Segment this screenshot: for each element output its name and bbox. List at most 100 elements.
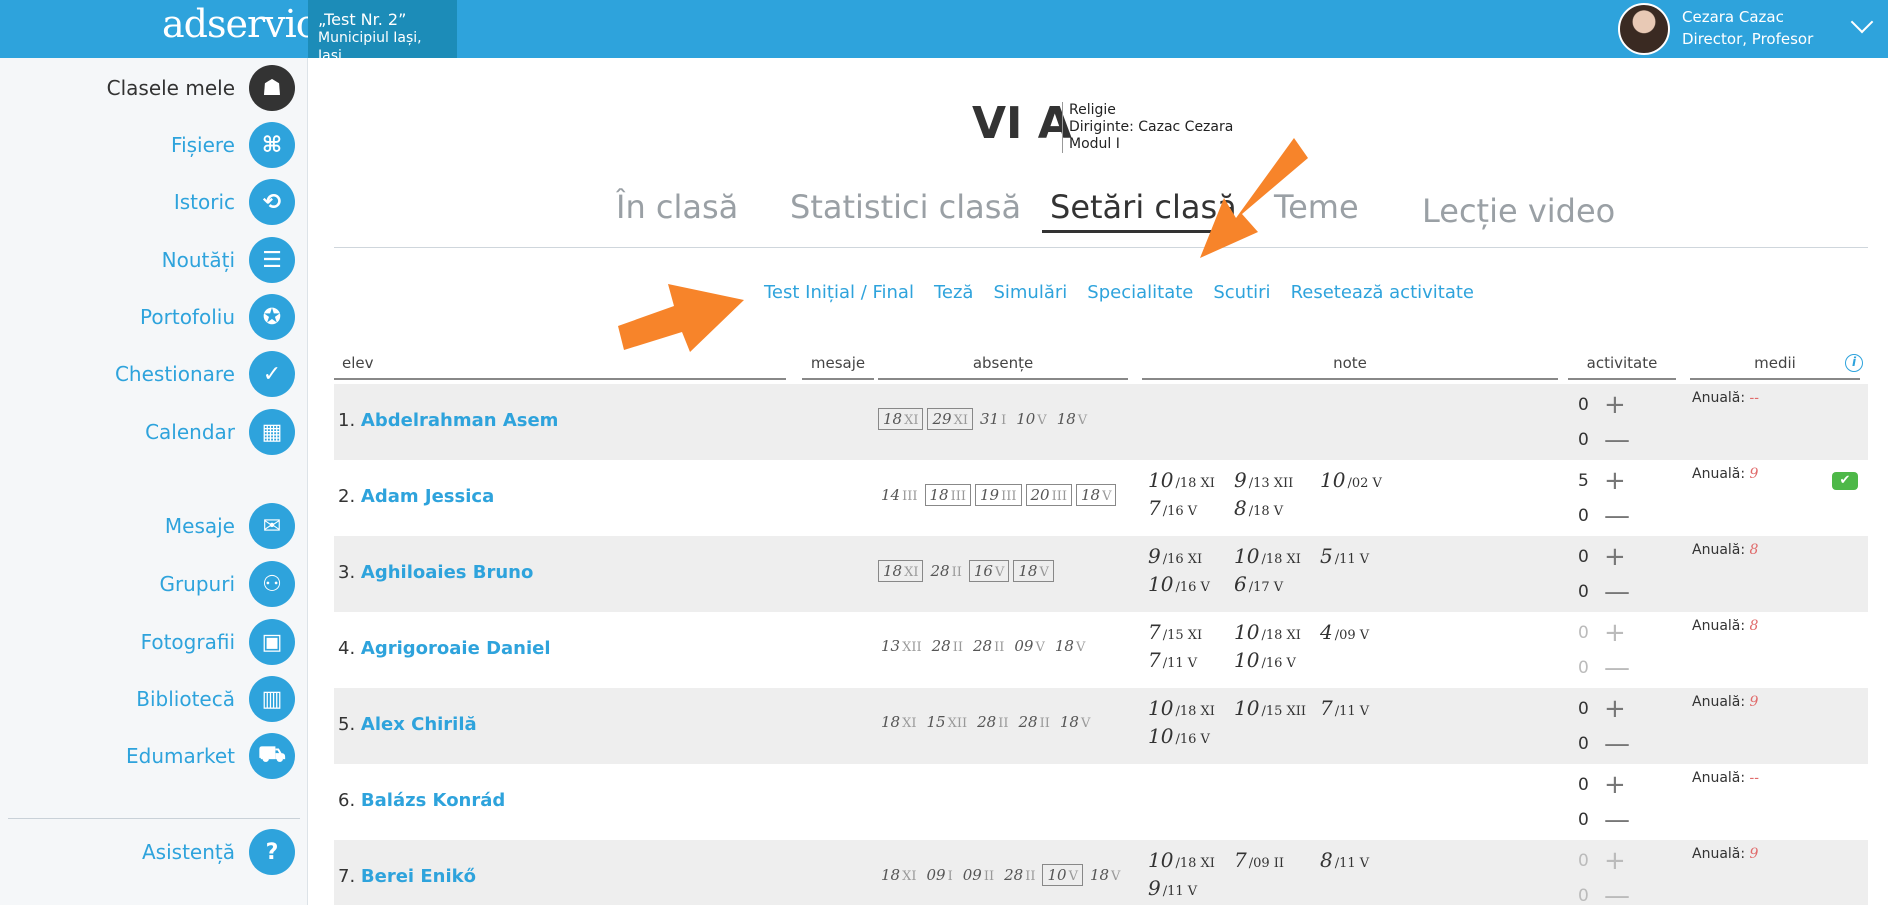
grade-item[interactable]: 7/16 V [1148, 496, 1234, 520]
grade-item[interactable]: 5/11 V [1320, 544, 1406, 568]
subnav-simulari[interactable]: Simulări [993, 282, 1067, 303]
absence-item[interactable]: 09 V [1011, 636, 1047, 656]
absence-item[interactable]: 10 V [1042, 864, 1083, 886]
minus-icon[interactable]: — [1604, 499, 1630, 534]
minus-icon[interactable]: — [1604, 423, 1630, 458]
sidebar-item-questionnaire[interactable]: Chestionare ✓ [115, 350, 295, 398]
subnav-teza[interactable]: Teză [934, 282, 974, 303]
tab-lectie-video[interactable]: Lecție video [1422, 192, 1615, 230]
absence-item[interactable]: 29 XI [927, 408, 973, 430]
grade-item[interactable]: 7/15 XI [1148, 620, 1234, 644]
absence-item[interactable]: 14 III [878, 485, 921, 505]
absence-item[interactable]: 28 II [974, 712, 1011, 732]
absence-item[interactable]: 19 III [975, 484, 1022, 506]
student-link[interactable]: Berei Enikő [361, 866, 476, 887]
user-menu[interactable]: Cezara Cazac Director, Profesor [1608, 0, 1888, 58]
grade-item[interactable]: 7/11 V [1148, 648, 1234, 672]
minus-icon[interactable]: — [1604, 575, 1630, 610]
plus-icon[interactable]: + [1604, 844, 1626, 879]
subnav-reseteaza-activitate[interactable]: Resetează activitate [1291, 282, 1474, 303]
grade-item[interactable]: 6/17 V [1234, 572, 1320, 596]
sidebar-item-photo[interactable]: Fotografii ▣ [141, 618, 295, 666]
absence-item[interactable]: 28 II [927, 561, 964, 581]
minus-icon[interactable]: — [1604, 879, 1630, 905]
absence-item[interactable]: 28 II [929, 636, 966, 656]
grade-item[interactable]: 10/18 XI [1234, 620, 1320, 644]
absence-item[interactable]: 28 II [1001, 865, 1038, 885]
minus-icon[interactable]: — [1604, 727, 1630, 762]
absence-item[interactable]: 18 V [1013, 560, 1054, 582]
student-link[interactable]: Adam Jessica [361, 486, 494, 507]
plus-icon[interactable]: + [1604, 768, 1626, 803]
grade-item[interactable]: 7/11 V [1320, 696, 1406, 720]
checkmark-icon[interactable]: ✔ [1832, 472, 1858, 490]
absence-item[interactable]: 18 V [1076, 484, 1117, 506]
plus-icon[interactable]: + [1604, 388, 1626, 423]
absence-item[interactable]: 09 I [923, 865, 955, 885]
absence-item[interactable]: 15 XII [923, 712, 970, 732]
sidebar-item-group[interactable]: Grupuri ⚇ [159, 560, 295, 608]
grade-item[interactable]: 10/16 V [1148, 724, 1234, 748]
plus-icon[interactable]: + [1604, 464, 1626, 499]
student-link[interactable]: Agrigoroaie Daniel [361, 638, 551, 659]
absence-item[interactable]: 18 XI [878, 865, 919, 885]
student-link[interactable]: Abdelrahman Asem [361, 410, 559, 431]
absence-item[interactable]: 18 XI [878, 712, 919, 732]
absence-item[interactable]: 28 II [970, 636, 1007, 656]
chevron-down-icon[interactable] [1850, 10, 1874, 34]
absence-item[interactable]: 18 V [1052, 636, 1088, 656]
app-logo[interactable]: adservio [162, 2, 319, 46]
grade-item[interactable]: 4/09 V [1320, 620, 1406, 644]
grade-item[interactable]: 10/16 V [1234, 648, 1320, 672]
grade-item[interactable]: 9/16 XI [1148, 544, 1234, 568]
student-link[interactable]: Aghiloaies Bruno [361, 562, 533, 583]
sidebar-item-mail[interactable]: Mesaje ✉ [165, 502, 295, 550]
grade-item[interactable]: 9/13 XII [1234, 468, 1320, 492]
absence-item[interactable]: 18 III [924, 484, 971, 506]
student-link[interactable]: Alex Chirilă [361, 714, 477, 735]
sidebar-item-news[interactable]: Noutăți ☰ [162, 236, 295, 284]
grade-item[interactable]: 10/18 XI [1148, 468, 1234, 492]
sidebar-item-paperclip[interactable]: Fișiere ⌘ [171, 121, 295, 169]
minus-icon[interactable]: — [1604, 803, 1630, 838]
absence-item[interactable]: 18 V [1054, 409, 1090, 429]
tab-statistici-clasa[interactable]: Statistici clasă [790, 188, 1021, 226]
grade-item[interactable]: 10/18 XI [1234, 544, 1320, 568]
plus-icon[interactable]: + [1604, 616, 1626, 651]
grade-item[interactable]: 9/11 V [1148, 876, 1234, 900]
absence-item[interactable]: 13 XII [878, 636, 925, 656]
absence-item[interactable]: 18 V [1057, 712, 1093, 732]
subnav-specialitate[interactable]: Specialitate [1087, 282, 1193, 303]
grade-item[interactable]: 10/16 V [1148, 572, 1234, 596]
tab-in-clasa[interactable]: În clasă [616, 188, 738, 226]
sidebar-item-history[interactable]: Istoric ⟲ [174, 178, 295, 226]
grade-item[interactable]: 8/18 V [1234, 496, 1320, 520]
absence-item[interactable]: 18 XI [878, 408, 924, 430]
grade-item[interactable]: 7/09 II [1234, 848, 1320, 872]
absence-item[interactable]: 28 II [1015, 712, 1052, 732]
sidebar-item-portfolio[interactable]: Portofoliu ✪ [140, 293, 295, 341]
sidebar-item-classroom[interactable]: Clasele mele ☗ [107, 64, 295, 112]
plus-icon[interactable]: + [1604, 540, 1626, 575]
minus-icon[interactable]: — [1604, 651, 1630, 686]
plus-icon[interactable]: + [1604, 692, 1626, 727]
absence-item[interactable]: 16 V [968, 560, 1010, 582]
info-icon[interactable]: i [1845, 354, 1863, 372]
subnav-scutiri[interactable]: Scutiri [1213, 282, 1270, 303]
grade-item[interactable]: 8/11 V [1320, 848, 1406, 872]
absence-item[interactable]: 31 I [977, 409, 1009, 429]
subnav-test-initial-final[interactable]: Test Inițial / Final [764, 282, 914, 303]
grade-item[interactable]: 10/15 XII [1234, 696, 1320, 720]
absence-item[interactable]: 09 II [960, 865, 997, 885]
absence-item[interactable]: 18 V [1087, 865, 1123, 885]
student-link[interactable]: Balázs Konrád [361, 790, 505, 811]
grade-item[interactable]: 10/18 XI [1148, 696, 1234, 720]
absence-item[interactable]: 18 XI [878, 560, 924, 582]
sidebar-item-library[interactable]: Bibliotecă ▥ [136, 675, 295, 723]
sidebar-item-help[interactable]: Asistență? [142, 828, 295, 876]
grade-item[interactable]: 10/18 XI [1148, 848, 1234, 872]
school-selector[interactable]: „Test Nr. 2” Municipiul Iași, Iași [308, 0, 457, 64]
absence-item[interactable]: 10 V [1013, 409, 1049, 429]
absence-item[interactable]: 20 III [1025, 484, 1072, 506]
sidebar-item-cart[interactable]: Edumarket ⛟ [126, 732, 295, 780]
